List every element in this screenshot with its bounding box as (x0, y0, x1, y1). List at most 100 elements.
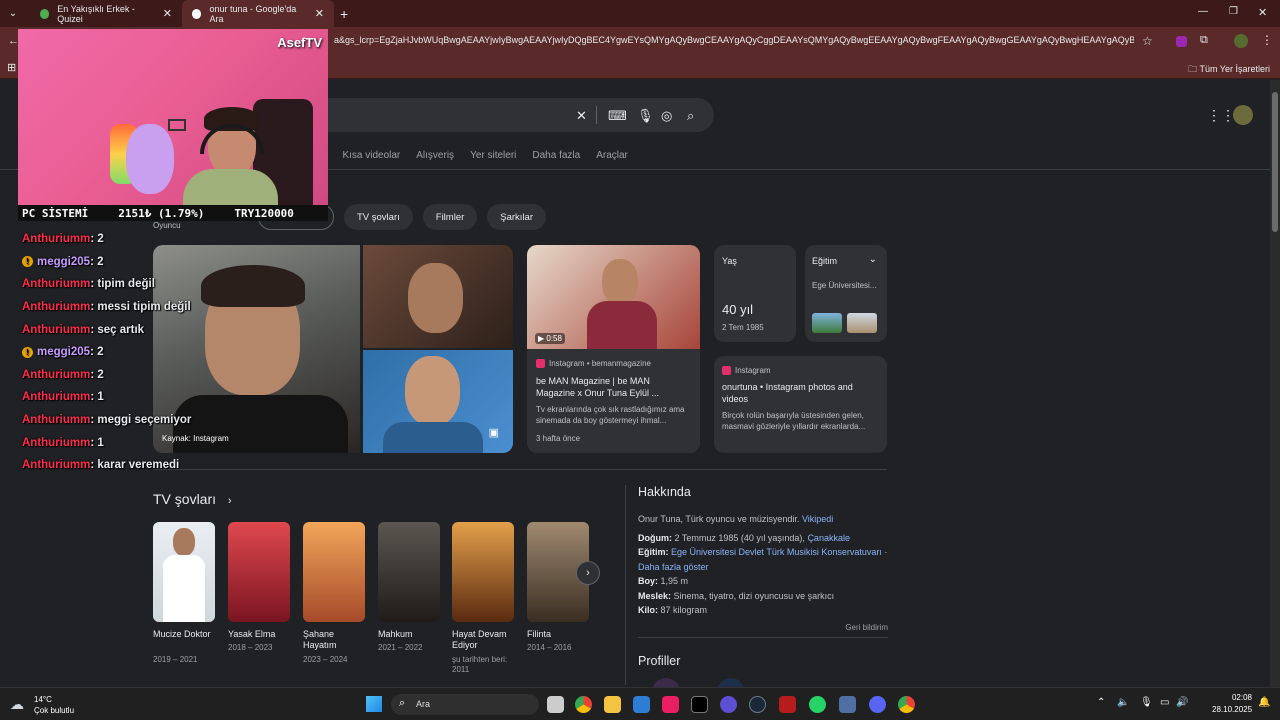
extensions-puzzle-icon[interactable]: ⧉ (1200, 34, 1208, 47)
app-circle-icon[interactable] (720, 696, 737, 713)
tv-show-poster (228, 522, 290, 622)
clear-icon[interactable]: ✕ (576, 108, 587, 124)
chip-movies[interactable]: Filmler (422, 204, 478, 230)
show-more-link[interactable]: Daha fazla göster (638, 562, 709, 572)
tab-quiz[interactable]: En Yakışıklı Erkek - Quizei ✕ (30, 0, 182, 27)
mic-icon[interactable]: 🎙 (1140, 697, 1153, 708)
streamer-app-icon[interactable] (779, 696, 796, 713)
minimize-button[interactable]: — (1198, 6, 1208, 17)
divider (596, 106, 597, 124)
taskbar-search[interactable]: ⌕ Ara (391, 694, 539, 715)
steam-icon[interactable] (749, 696, 766, 713)
task-view-icon[interactable] (547, 696, 564, 713)
frame-shape (168, 119, 186, 131)
video-thumbnail[interactable]: ▶ 0:58 (527, 245, 700, 349)
bookmark-star-icon[interactable]: ☆ (1142, 34, 1153, 48)
chevron-down-icon[interactable]: ⌄ (869, 254, 877, 265)
new-tab-button[interactable]: + (340, 6, 348, 22)
webcam-overlay: AsefTV (18, 29, 328, 205)
network-icon[interactable]: ▭ (1160, 697, 1169, 708)
nav-item[interactable]: Alışveriş (416, 150, 454, 161)
face-shape (405, 356, 460, 426)
channel-logo: AsefTV (277, 35, 322, 50)
extension-icon[interactable] (1176, 36, 1187, 47)
gallery-icon[interactable]: ▣ (489, 426, 499, 439)
age-value: 40 yıl (722, 302, 754, 317)
donation-bar: PC SİSTEMİ 2151₺ (1.79%) TRY120000 (18, 205, 328, 221)
close-tab-icon[interactable]: ✕ (315, 7, 324, 20)
education-link[interactable]: Ege Üniversitesi Devlet Türk Musikisi Ko… (671, 547, 882, 557)
app-h-icon[interactable] (662, 696, 679, 713)
tray-chevron-icon[interactable]: ⌃ (1097, 697, 1105, 708)
pc-value: 2151₺ (1.79%) (118, 206, 205, 220)
close-tab-icon[interactable]: ✕ (163, 7, 172, 20)
chat-message: Anthuriumm: tipim değil (22, 278, 155, 291)
url-field[interactable]: a&gs_lcrp=EgZjaHJvbWUqBwgAEAAYjwIyBwgAEA… (334, 35, 1134, 45)
result-title[interactable]: be MAN Magazine | be MAN Magazine x Onur… (536, 375, 691, 399)
keyboard-icon[interactable]: ⌨ (608, 108, 627, 124)
weather-temp: 14°C (34, 695, 52, 704)
chrome-icon[interactable] (575, 696, 592, 713)
nav-item[interactable]: Daha fazla (532, 150, 580, 161)
speaker-icon[interactable]: 🔈 (1117, 697, 1129, 708)
age-card[interactable]: Yaş 40 yıl 2 Tem 1985 (714, 245, 796, 342)
clock[interactable]: 02:08 28.10.2025 (1212, 693, 1252, 714)
nav-item[interactable]: Araçlar (596, 150, 628, 161)
chat-message: Anthuriumm: 1 (22, 391, 104, 404)
cloud-icon: ☁ (10, 696, 24, 712)
x-icon[interactable] (691, 696, 708, 713)
volume-icon[interactable]: 🔊 (1176, 697, 1188, 708)
result-source: Instagram (722, 366, 771, 376)
chip-tv-shows[interactable]: TV şovları (344, 204, 413, 230)
menu-icon[interactable]: ⋮ (1261, 33, 1273, 47)
chevron-right-icon: › (227, 495, 232, 507)
whatsapp-icon[interactable] (809, 696, 826, 713)
wikipedia-link[interactable]: Vikipedi (802, 514, 833, 524)
restore-button[interactable]: ❐ (1229, 6, 1238, 17)
page-scrollbar[interactable] (1270, 80, 1280, 687)
chrome-profile-icon[interactable] (898, 696, 915, 713)
profile-instagram-icon[interactable] (652, 678, 680, 687)
start-icon[interactable] (366, 696, 382, 712)
scroll-thumb[interactable] (1272, 92, 1278, 232)
tab-list-button[interactable]: ⌄ (0, 8, 26, 19)
account-avatar[interactable] (1233, 105, 1253, 125)
about-title: Hakkında (638, 485, 691, 499)
result-title[interactable]: onurtuna • Instagram photos and videos (722, 381, 877, 405)
tab-bar: ⌄ En Yakışıklı Erkek - Quizei ✕ onur tun… (0, 0, 1280, 27)
photo-3[interactable]: ▣ (363, 350, 513, 453)
subscriber-badge-icon: ! (22, 346, 33, 358)
notification-icon[interactable]: 🔔 (1258, 697, 1270, 708)
face-shape (173, 528, 195, 556)
instagram-icon (722, 366, 731, 376)
tv-show-years: 2021 – 2022 (378, 643, 423, 652)
profile-avatar[interactable] (1234, 34, 1248, 48)
app-gear-icon[interactable] (839, 696, 856, 713)
microphone-icon[interactable]: 🎙 (637, 108, 654, 124)
feedback-link[interactable]: Geri bildirim (638, 623, 888, 632)
discord-icon[interactable] (869, 696, 886, 713)
profile-facebook-icon[interactable] (717, 678, 745, 687)
apps-icon[interactable]: ⊞ (7, 61, 16, 74)
tv-show-title: Mucize Doktor (153, 629, 211, 639)
all-bookmarks-folder[interactable]: 🗀 Tüm Yer İşaretleri (1188, 62, 1270, 78)
nav-item[interactable]: Yer siteleri (470, 150, 516, 161)
close-window-button[interactable]: ✕ (1258, 6, 1267, 19)
birthplace-link[interactable]: Çanakkale (807, 533, 850, 543)
chip-songs[interactable]: Şarkılar (487, 204, 546, 230)
tab-google[interactable]: onur tuna - Google'da Ara ✕ (182, 0, 334, 27)
store-icon[interactable] (633, 696, 650, 713)
lens-icon[interactable]: ◎ (661, 108, 672, 124)
google-apps-icon[interactable]: ⋮⋮ (1207, 107, 1235, 124)
education-card[interactable]: Eğitim ⌄ Ege Üniversitesi... (805, 245, 887, 342)
photo-2[interactable] (363, 245, 513, 348)
carousel-next-button[interactable]: › (576, 561, 600, 585)
video-duration: ▶ 0:58 (535, 333, 565, 344)
file-explorer-icon[interactable] (604, 696, 621, 713)
result-card-instagram[interactable]: Instagram onurtuna • Instagram photos an… (714, 356, 887, 453)
tv-show-poster (452, 522, 514, 622)
nav-item[interactable]: Kısa videolar (342, 150, 400, 161)
result-card-magazine[interactable]: ▶ 0:58 Instagram • bemanmagazine be MAN … (527, 245, 700, 453)
tv-shows-title[interactable]: TV şovları › (153, 491, 232, 507)
search-icon[interactable]: ⌕ (687, 108, 694, 124)
